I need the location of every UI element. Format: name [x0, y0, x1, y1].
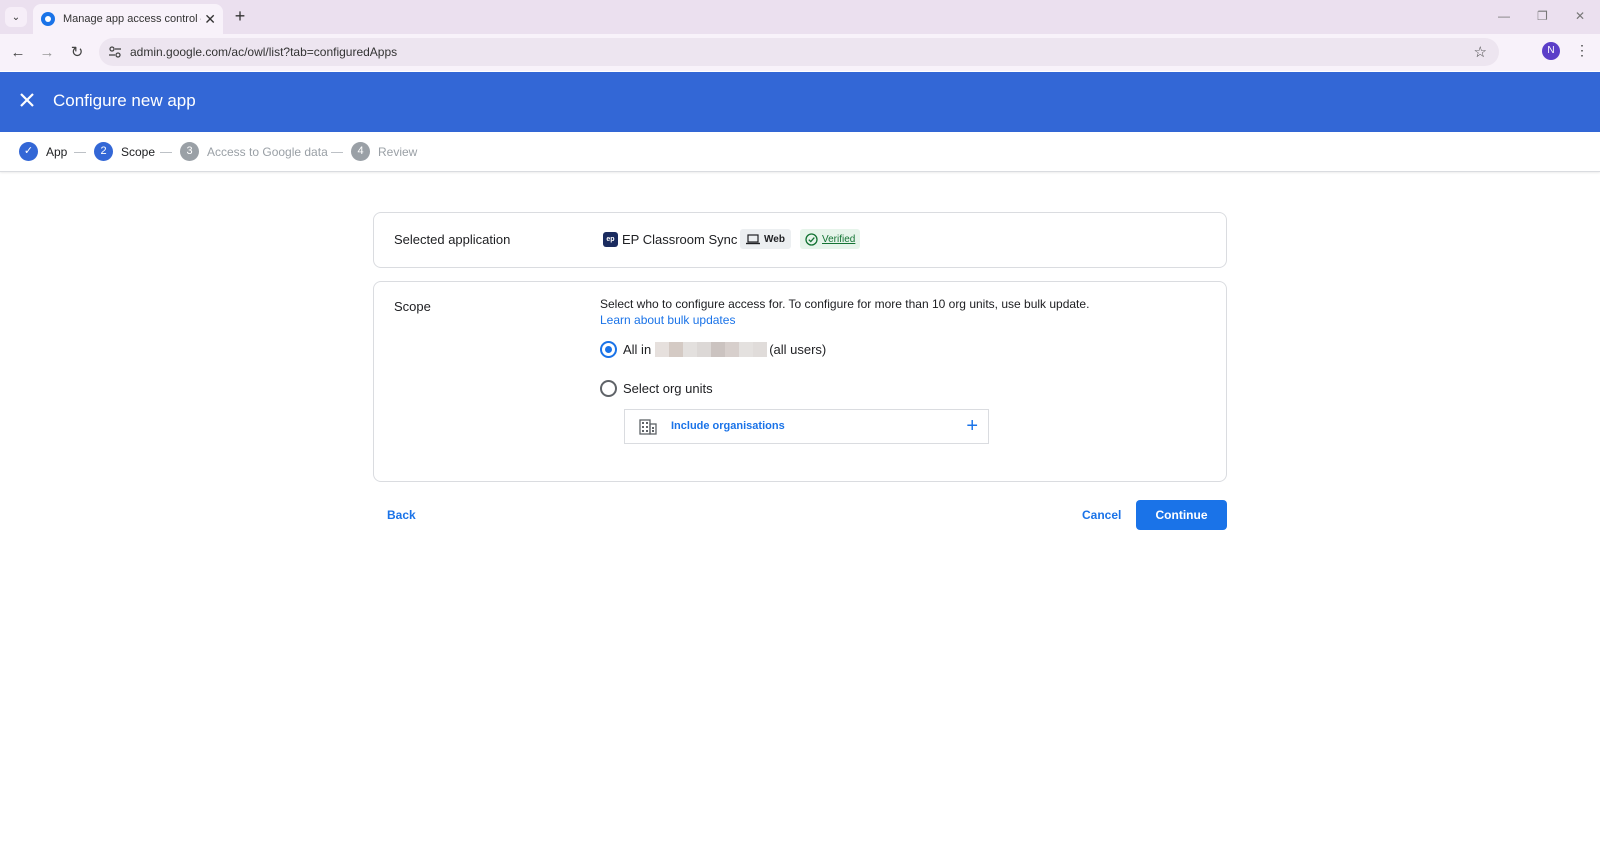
reload-icon[interactable]: ↻: [67, 43, 87, 63]
step-number: 4: [351, 142, 370, 161]
laptop-icon: [746, 233, 760, 244]
site-info-icon[interactable]: [108, 45, 122, 59]
step-divider: [160, 152, 172, 153]
learn-bulk-updates-link[interactable]: Learn about bulk updates: [600, 313, 735, 327]
profile-avatar[interactable]: N: [1542, 42, 1560, 60]
omnibox[interactable]: admin.google.com/ac/owl/list?tab=configu…: [99, 38, 1499, 66]
page-title: Configure new app: [53, 91, 196, 110]
back-arrow-icon[interactable]: ←: [8, 43, 28, 63]
platform-badge: Web: [740, 229, 791, 249]
option-org-units-label: Select org units: [623, 381, 713, 396]
add-plus-icon[interactable]: +: [966, 416, 978, 436]
stepper: ✓ App 2 Scope 3 Access to Google data 4 …: [0, 132, 1600, 172]
radio-select-org-units[interactable]: Select org units: [600, 380, 713, 397]
step-divider: [331, 152, 343, 153]
tab-close-icon[interactable]: ✕: [204, 11, 216, 27]
browser-tab[interactable]: Manage app access control – A ✕: [33, 4, 223, 34]
verified-label: Verified: [822, 233, 856, 245]
step-scope[interactable]: 2 Scope: [94, 142, 155, 161]
selected-application-card: Selected application ep EP Classroom Syn…: [373, 212, 1227, 268]
verified-check-icon: [805, 232, 818, 246]
step-divider: [74, 152, 86, 153]
building-icon: [639, 419, 657, 435]
scope-label: Scope: [394, 299, 431, 314]
selected-application-label: Selected application: [394, 232, 511, 247]
close-icon[interactable]: [17, 90, 37, 110]
browser-toolbar: ← → ↻ admin.google.com/ac/owl/list?tab=c…: [0, 34, 1600, 71]
browser-tab-bar: ⌄ Manage app access control – A ✕ + — ❐ …: [0, 0, 1600, 34]
step-number: 3: [180, 142, 199, 161]
forward-arrow-icon[interactable]: →: [37, 43, 57, 63]
tab-title: Manage app access control – A: [63, 13, 201, 25]
include-organisations-label: Include organisations: [671, 420, 785, 432]
radio-all-users[interactable]: All in (all users): [600, 341, 826, 358]
minimize-icon[interactable]: —: [1498, 9, 1510, 23]
cancel-button[interactable]: Cancel: [1082, 508, 1121, 522]
step-number: 2: [94, 142, 113, 161]
redacted-domain: [655, 342, 768, 357]
platform-label: Web: [764, 233, 785, 245]
step-label: App: [46, 144, 68, 159]
window-close-icon[interactable]: ✕: [1575, 9, 1585, 23]
radio-button[interactable]: [600, 380, 617, 397]
check-icon: ✓: [19, 142, 38, 161]
step-label: Scope: [121, 144, 156, 159]
admin-favicon-icon: [41, 12, 55, 26]
restore-icon[interactable]: ❐: [1537, 9, 1548, 23]
url-text: admin.google.com/ac/owl/list?tab=configu…: [130, 45, 398, 59]
new-tab-plus-icon[interactable]: +: [231, 7, 249, 25]
radio-button-selected[interactable]: [600, 341, 617, 358]
step-app[interactable]: ✓ App: [19, 142, 67, 161]
include-organisations-row[interactable]: Include organisations +: [624, 409, 989, 444]
option-all-prefix: All in: [623, 342, 652, 357]
option-all-suffix: (all users): [769, 342, 827, 357]
step-label: Review: [378, 144, 418, 159]
app-logo: ep: [603, 232, 618, 247]
bookmark-star-icon[interactable]: ☆: [1474, 43, 1487, 61]
step-review: 4 Review: [351, 142, 417, 161]
tab-list-chevron-icon[interactable]: ⌄: [5, 7, 27, 27]
continue-button[interactable]: Continue: [1136, 500, 1227, 530]
browser-menu-icon[interactable]: ⋮: [1575, 42, 1589, 59]
app-header: Configure new app: [0, 72, 1600, 132]
app-name: EP Classroom Sync: [622, 232, 738, 247]
scope-description: Select who to configure access for. To c…: [600, 297, 1090, 311]
back-button[interactable]: Back: [387, 508, 416, 522]
verified-badge[interactable]: Verified: [800, 229, 861, 249]
step-access-google-data: 3 Access to Google data: [180, 142, 328, 161]
step-label: Access to Google data: [207, 144, 328, 159]
scope-card: Scope Select who to configure access for…: [373, 281, 1227, 482]
